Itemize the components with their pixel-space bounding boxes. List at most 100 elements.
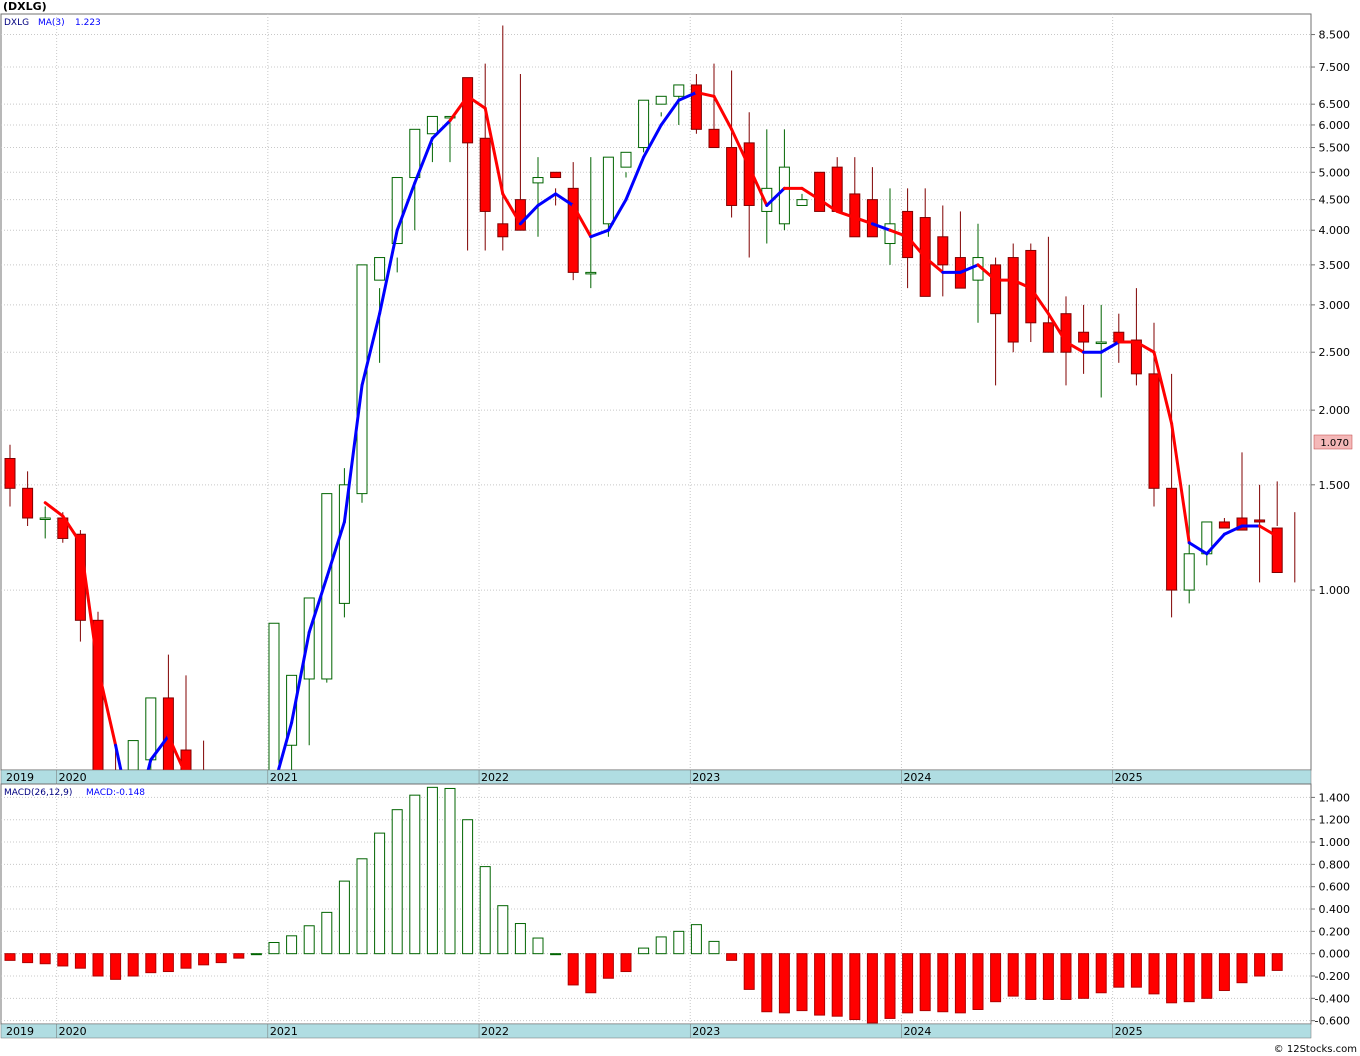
macd-bar [22,953,34,964]
price-tick-label: 5.500 [1319,142,1351,155]
candle-body [39,517,51,521]
macd-bar [708,940,720,955]
macd-bar [462,819,474,955]
macd-bar [532,937,544,955]
macd-bar [902,953,914,1014]
candle-body [726,147,738,206]
candle-body [127,740,139,771]
macd-bar [127,953,139,977]
candle-body [1007,257,1019,343]
candle-body [585,271,597,275]
macd-bar [567,953,579,986]
price-tick-label: 1.500 [1319,479,1351,492]
candle-body [22,487,34,519]
macd-bar [954,953,966,1014]
macd-bar [74,953,86,969]
macd-bar [796,953,808,1012]
macd-bar [990,953,1002,1003]
macd-bar [92,953,104,977]
candle-body [1095,341,1107,345]
macd-bar [268,942,280,955]
macd-bar [743,953,755,990]
last-price-label: 1.070 [1320,438,1349,449]
macd-bar [550,953,562,956]
candle-body [620,151,632,168]
price-tick-label: 6.500 [1319,98,1351,111]
stock-chart: (DXLG) 8.500 7.500 6.500 6.000 5.500 5.000 4.5… [0,0,1357,1055]
macd-bar [1113,953,1125,988]
year-label: 2019 [6,1025,34,1038]
chart-title: (DXLG) [3,0,47,13]
candle-body [814,171,826,212]
macd-tick-label: 0.800 [1319,858,1351,871]
macd-bar [1025,953,1037,1000]
macd-bar [321,911,333,955]
candle-body [550,171,562,179]
macd-bar [215,953,227,964]
macd-bar [1095,953,1107,994]
candle-body [655,95,667,105]
candle-body [145,697,157,761]
macd-tick-label: -0.400 [1315,992,1350,1005]
candle-body [1183,553,1195,591]
macd-bar [778,953,790,1014]
macd-bar [866,953,878,1024]
macd-tick-label: 1.400 [1319,791,1351,804]
year-label: 2020 [59,1025,87,1038]
candle-body [884,223,896,245]
candle-body [1078,331,1090,343]
macd-bar [761,953,773,1013]
candle-body [673,84,685,97]
macd-bar [391,809,403,955]
macd-tick-label: 0.000 [1319,948,1351,961]
price-tick-label: 4.000 [1319,224,1351,237]
price-tick-label: 1.000 [1319,584,1351,597]
macd-tick-label: 1.000 [1319,836,1351,849]
year-label: 2020 [59,771,87,784]
macd-bar [110,953,122,980]
macd-tick-label: 0.600 [1319,881,1351,894]
macd-bar [1271,953,1283,971]
candle-body [1060,313,1072,353]
price-tick-label: 3.500 [1319,259,1351,272]
macd-bar [1148,953,1160,995]
candle-body [831,166,843,212]
macd-bar [250,953,262,956]
macd-tick-label: 1.200 [1319,814,1351,827]
macd-tick-label: -0.600 [1315,1015,1350,1028]
year-label: 2024 [903,1025,931,1038]
macd-bar [1218,953,1230,992]
macd-bar [1166,953,1178,1004]
year-label: 2023 [692,771,720,784]
candle-body [638,99,650,149]
macd-bar [1060,953,1072,1000]
macd-bar [514,923,526,955]
candle-body [1148,373,1160,489]
macd-bar [937,953,949,1013]
macd-tick-label: 0.400 [1319,903,1351,916]
price-tick-label: 6.000 [1319,119,1351,132]
candle-body [462,77,474,144]
macd-bar [497,905,509,955]
macd-bar [831,953,843,1017]
year-label: 2024 [903,771,931,784]
macd-bar [198,953,210,966]
candle-body [532,177,544,184]
ma-label: MA(3) [38,18,65,28]
year-label: 2021 [270,771,298,784]
year-label: 2025 [1115,771,1143,784]
candle-body [602,156,614,225]
price-tick-label: 2.500 [1319,346,1351,359]
candle-body [708,128,720,149]
macd-bar [1007,953,1019,997]
year-label: 2022 [481,771,509,784]
year-label: 2019 [6,771,34,784]
macd-bar [286,935,298,955]
macd-bar [673,930,685,955]
price-axis: 8.500 7.500 6.500 6.000 5.500 5.000 4.500 4.000… [1311,29,1351,597]
candle-body [479,137,491,212]
macd-bar [233,953,245,959]
candle-body [497,223,509,238]
macd-bar [479,866,491,955]
price-tick-label: 3.000 [1319,299,1351,312]
